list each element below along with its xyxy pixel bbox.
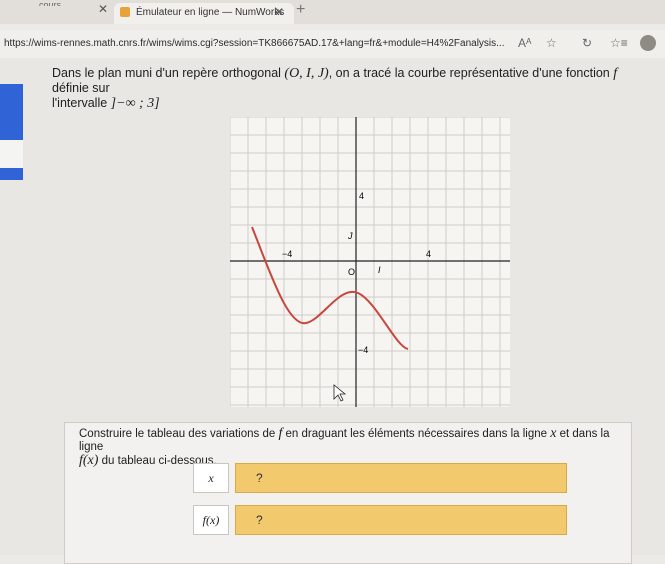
row-fx-label: f(x) <box>193 505 229 535</box>
function-name: f <box>613 66 618 81</box>
favorite-star-icon[interactable]: ☆ <box>546 36 557 50</box>
read-aloud-icon[interactable]: Aᴬ <box>518 36 531 50</box>
close-tab-icon[interactable]: ✕ <box>274 5 284 19</box>
browser-tab-bar: …cours ✕ Émulateur en ligne — NumWorks ✕… <box>0 0 665 24</box>
row-x-placeholder: ? <box>256 471 263 485</box>
side-panel-blue-top <box>0 84 23 140</box>
row-fx-drop-zone[interactable]: ? <box>235 505 567 535</box>
row-x-label: x <box>193 463 229 493</box>
refresh-icon[interactable]: ↻ <box>582 36 592 50</box>
exercise-statement: Dans le plan muni d'un repère orthogonal… <box>52 66 652 111</box>
tick-label-y-top: 4 <box>359 191 364 201</box>
collections-icon[interactable]: ☆≡ <box>610 36 628 50</box>
tick-label-x-right: 4 <box>426 249 431 259</box>
row-x-drop-zone[interactable]: ? <box>235 463 567 493</box>
page-content: Dans le plan muni d'un repère orthogonal… <box>0 58 665 564</box>
statement-text: , on a tracé la courbe représentative d'… <box>328 66 614 80</box>
row-fx-placeholder: ? <box>256 513 263 527</box>
side-panel-blue-bottom <box>0 168 23 180</box>
close-tab-icon[interactable]: ✕ <box>98 2 108 16</box>
interval-notation: ]−∞ ; 3] <box>110 96 160 111</box>
inactive-tab[interactable]: …cours <box>30 0 78 6</box>
tick-label-x-left: −4 <box>282 249 292 259</box>
url-text[interactable]: https://wims-rennes.math.cnrs.fr/wims/wi… <box>4 38 505 49</box>
tab-title: Émulateur en ligne — NumWorks <box>136 7 285 18</box>
statement-text: définie sur <box>52 81 110 95</box>
graph-background <box>230 117 510 407</box>
interval-label: l'intervalle <box>52 96 111 110</box>
numworks-favicon-icon <box>120 7 130 17</box>
profile-avatar[interactable] <box>640 35 656 51</box>
unit-j-label: J <box>347 231 353 241</box>
frame-notation: (O, I, J) <box>284 66 329 81</box>
variation-table-panel: Construire le tableau des variations de … <box>64 422 632 564</box>
new-tab-icon[interactable]: + <box>296 1 305 19</box>
function-graph: O I J 4 −4 4 −4 <box>230 117 510 407</box>
active-tab[interactable]: Émulateur en ligne — NumWorks ✕ <box>114 3 294 24</box>
statement-text: Dans le plan muni d'un repère orthogonal <box>52 66 285 80</box>
address-bar[interactable]: https://wims-rennes.math.cnrs.fr/wims/wi… <box>0 30 665 58</box>
task-instructions: Construire le tableau des variations de … <box>79 427 619 468</box>
task-text: en draguant les éléments nécessaires dan… <box>282 428 551 440</box>
tick-label-y-bottom: −4 <box>358 345 368 355</box>
origin-label: O <box>348 267 355 277</box>
task-text: Construire le tableau des variations de <box>79 428 279 440</box>
function-fx: f(x) <box>79 453 99 468</box>
side-panel-white <box>0 140 23 168</box>
